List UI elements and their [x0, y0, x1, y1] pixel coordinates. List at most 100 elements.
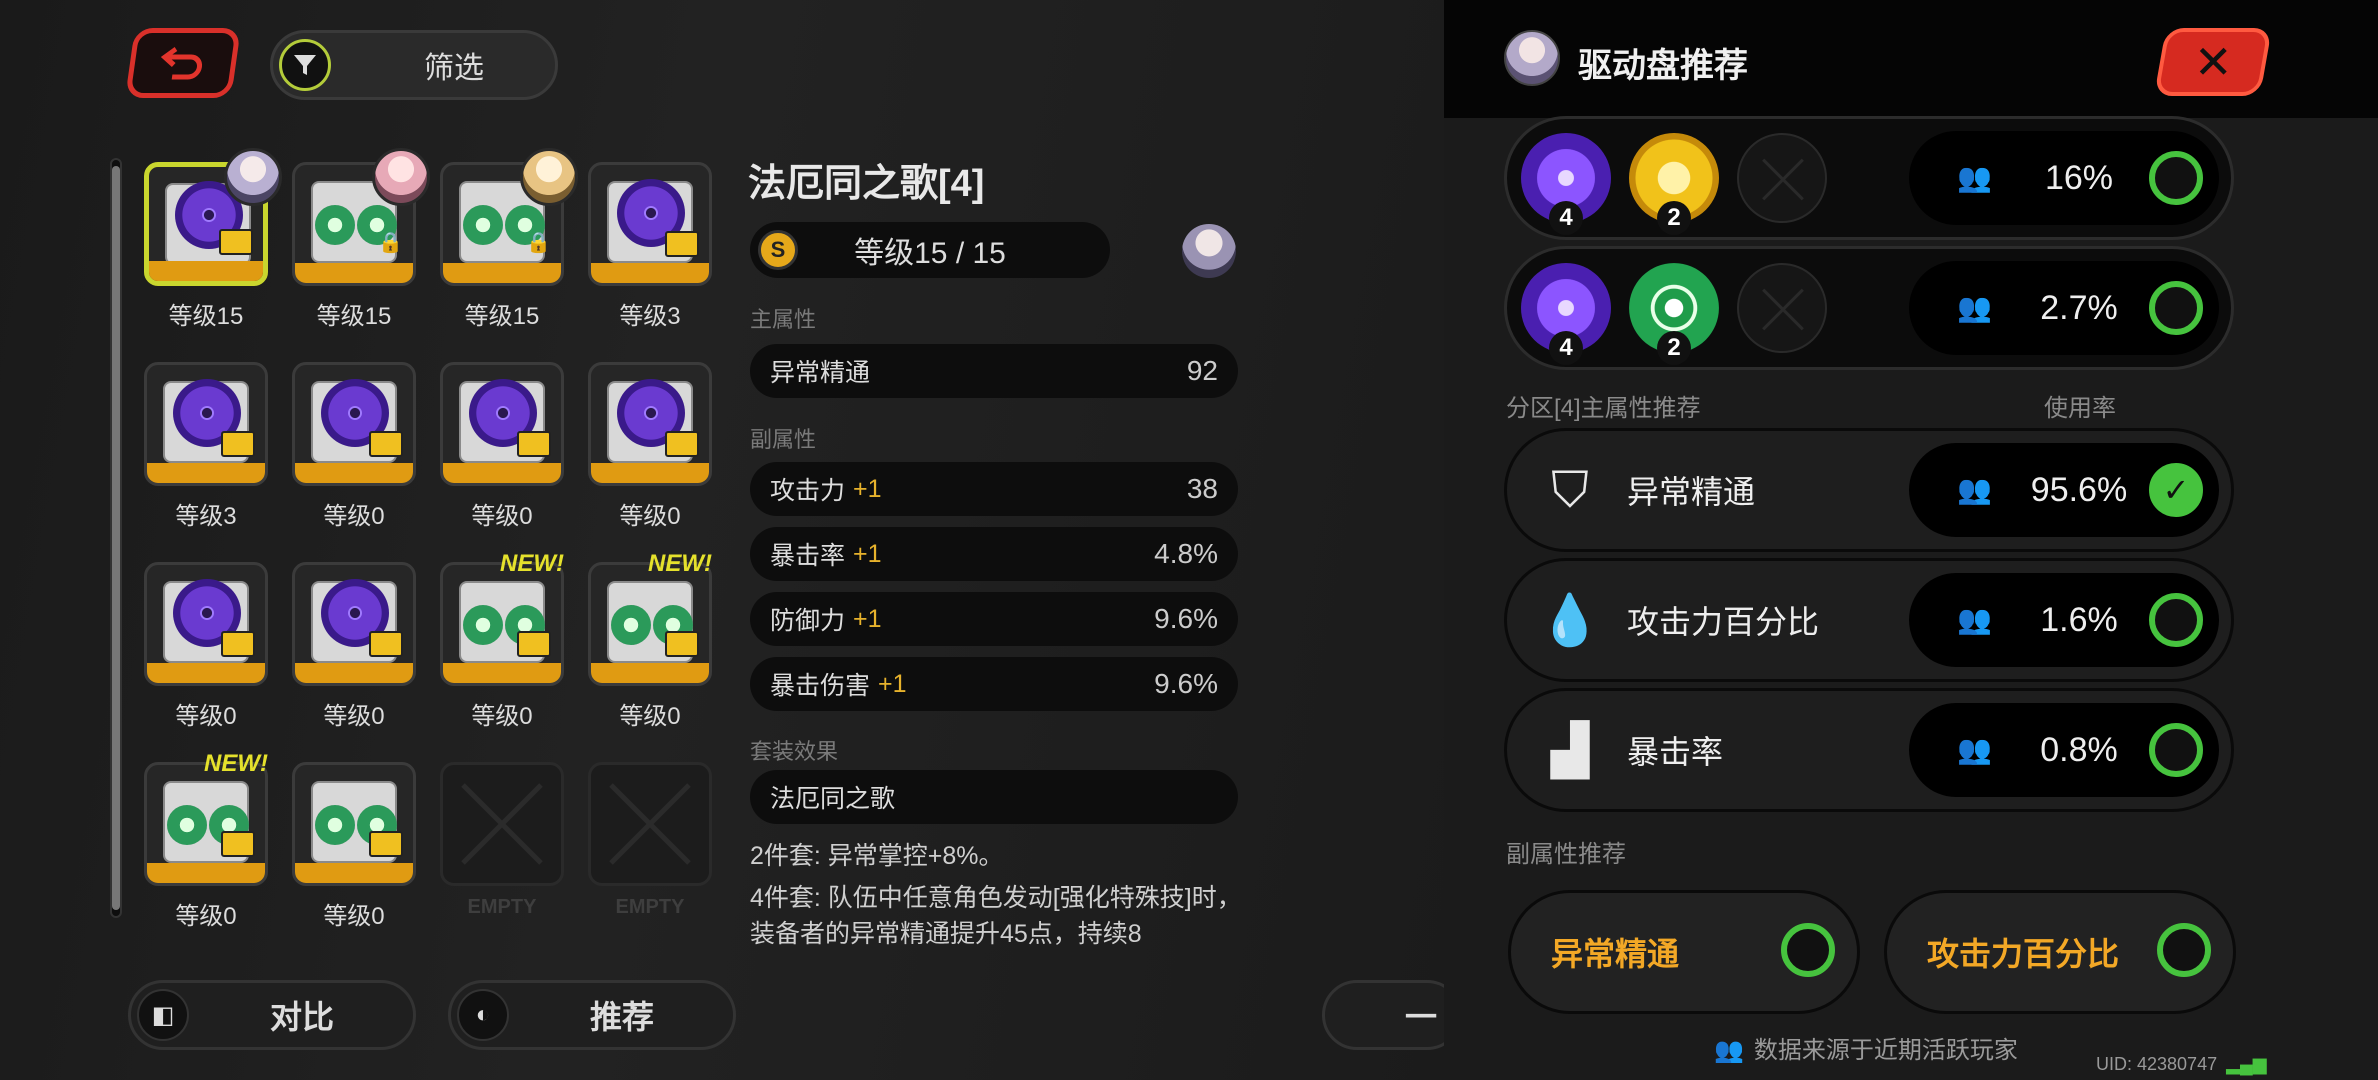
main-stat-name: 异常精通 [770, 359, 871, 387]
filter-button[interactable]: 筛选 [270, 30, 558, 100]
set-combo-row[interactable]: 4 2 👥 16% [1504, 116, 2234, 240]
close-button[interactable]: ✕ [2154, 28, 2272, 96]
rarity-stripe [147, 463, 265, 483]
main-stat-option[interactable]: ⛉ 异常精通 👥 95.6% ✓ [1504, 428, 2234, 552]
disk-level-label: 等级3 [175, 503, 237, 530]
recommend-button[interactable]: ◐ 推荐 [448, 980, 736, 1050]
select-radio[interactable] [1781, 923, 1835, 977]
select-radio[interactable] [2149, 723, 2203, 777]
select-radio[interactable] [2157, 923, 2211, 977]
back-arrow-icon [160, 47, 202, 80]
drive-disk-item[interactable] [588, 362, 712, 486]
new-badge: NEW! [204, 750, 268, 777]
players-icon: 👥 [1957, 292, 1992, 323]
scrollbar-thumb[interactable] [112, 166, 120, 910]
filter-icon [279, 39, 331, 91]
drive-disk-recommend-panel: 驱动盘推荐 ✕ 4 2 👥 16% 4 2 👥 2.7% 分区[4]主属性推荐 使用率 ⛉ 异常… [1444, 0, 2378, 1080]
new-badge: NEW! [648, 550, 712, 577]
back-button[interactable] [125, 28, 241, 98]
drive-disk-item[interactable] [588, 562, 712, 686]
usage-rate-box: 👥 2.7% [1909, 261, 2219, 355]
sub-stat-name: 暴击率 +1 [770, 527, 882, 581]
sub-stat-name: 暴击伤害 +1 [770, 657, 907, 711]
data-source-note: 👥 数据来源于近期活跃玩家 [1714, 1030, 2018, 1065]
sub-stat-roll: +1 [853, 539, 882, 568]
sub-stat-option-name: 异常精通 [1551, 936, 1680, 972]
signal-icon: ▂▄▆ [2226, 1054, 2267, 1074]
set-name-row: 法厄同之歌 [750, 770, 1238, 824]
equipped-agent-avatar[interactable] [1182, 224, 1236, 278]
drive-disk-item[interactable] [292, 362, 416, 486]
sub-stat-row: 暴击率 +1 4.8% [750, 527, 1238, 581]
drive-disk-item[interactable] [292, 762, 416, 886]
main-stat-option[interactable]: 💧 攻击力百分比 👥 1.6% [1504, 558, 2234, 682]
set-combo-row[interactable]: 4 2 👥 2.7% [1504, 246, 2234, 370]
sub-stat-label: 防御力 [770, 607, 846, 635]
main-stat-option-name: 异常精通 [1627, 474, 1756, 510]
drive-disk-item[interactable] [144, 362, 268, 486]
panel-header: 驱动盘推荐 ✕ [1444, 0, 2378, 118]
rarity-stripe [295, 663, 413, 683]
usage-rate-box: 👥 0.8% [1909, 703, 2219, 797]
crit-icon: ▟ [1550, 722, 1590, 778]
drive-disk-item[interactable] [292, 562, 416, 686]
rank-tag-icon [369, 631, 403, 657]
empty-set-icon [1737, 133, 1827, 223]
empty-disk-slot[interactable] [440, 762, 564, 886]
set-4pc-effect: 4件套: 队伍中任意角色发动[强化特殊技]时，装备者的异常精通提升45点，持续8 [750, 884, 1242, 948]
drive-disk-item[interactable] [440, 362, 564, 486]
lock-icon: 🔒 [378, 232, 403, 254]
sub-stat-name: 攻击力 +1 [770, 462, 882, 516]
disk-inventory-area: 筛选 等级15 🔒 等级15 🔒 等级15 等级3 等级3 等级0 等级0 等级0 等级0 等级0 NE… [0, 0, 1462, 1080]
rarity-stripe [295, 863, 413, 883]
compare-button[interactable]: ◧ 对比 [128, 980, 416, 1050]
disk-level-label: EMPTY [615, 896, 685, 918]
drive-disk-item[interactable] [144, 762, 268, 886]
rank-tag-icon [665, 631, 699, 657]
rank-tag-icon [665, 231, 699, 257]
filter-label: 筛选 [424, 52, 484, 85]
disk-level-label: 等级0 [323, 503, 385, 530]
disk-level-label: 等级15 [168, 303, 244, 330]
rarity-stripe [591, 463, 709, 483]
sub-stat-row: 暴击伤害 +1 9.6% [750, 657, 1238, 711]
recommend-icon: ◐ [457, 989, 509, 1041]
disk-level-label: 等级0 [323, 903, 385, 930]
disk-level-label: 等级15 [316, 303, 392, 330]
main-stat-option-name: 暴击率 [1627, 734, 1724, 770]
uid-label: UID: 42380747 ▂▄▆ [2096, 1054, 2267, 1075]
sub-stat-row: 防御力 +1 9.6% [750, 592, 1238, 646]
rarity-stripe [591, 663, 709, 683]
disk-level-label: EMPTY [467, 896, 537, 918]
main-stat-option[interactable]: ▟ 暴击率 👥 0.8% [1504, 688, 2234, 812]
players-icon: 👥 [1714, 1037, 1744, 1064]
select-radio[interactable]: ✓ [2149, 463, 2203, 517]
rank-tag-icon [219, 229, 253, 255]
usage-rate-box: 👥 16% [1909, 131, 2219, 225]
disk-level-label: 等级0 [175, 703, 237, 730]
select-radio[interactable] [2149, 281, 2203, 335]
players-icon: 👥 [1957, 162, 1992, 193]
partially-hidden-button[interactable]: 一 [1322, 980, 1462, 1050]
drive-disk-item[interactable] [440, 562, 564, 686]
sub-stat-section-label: 副属性 [750, 427, 817, 452]
reel-icon [315, 805, 355, 845]
rank-tag-icon [221, 631, 255, 657]
rarity-stripe [295, 463, 413, 483]
select-radio[interactable] [2149, 593, 2203, 647]
empty-disk-slot[interactable] [588, 762, 712, 886]
empty-set-icon [1737, 263, 1827, 353]
set-name: 法厄同之歌 [770, 785, 896, 813]
new-badge: NEW! [500, 550, 564, 577]
drive-disk-item[interactable] [588, 162, 712, 286]
sub-stat-option[interactable]: 异常精通 [1508, 890, 1860, 1014]
sub-stat-roll: +1 [853, 604, 882, 633]
empty-slot-icon [609, 783, 691, 865]
select-radio[interactable] [2149, 151, 2203, 205]
sub-stat-recommend-label: 副属性推荐 [1506, 841, 1626, 868]
rarity-stripe [443, 263, 561, 283]
usage-rate-box: 👥 1.6% [1909, 573, 2219, 667]
sub-stat-option[interactable]: 攻击力百分比 [1884, 890, 2236, 1014]
set-piece-count: 2 [1657, 331, 1691, 365]
drive-disk-item[interactable] [144, 562, 268, 686]
